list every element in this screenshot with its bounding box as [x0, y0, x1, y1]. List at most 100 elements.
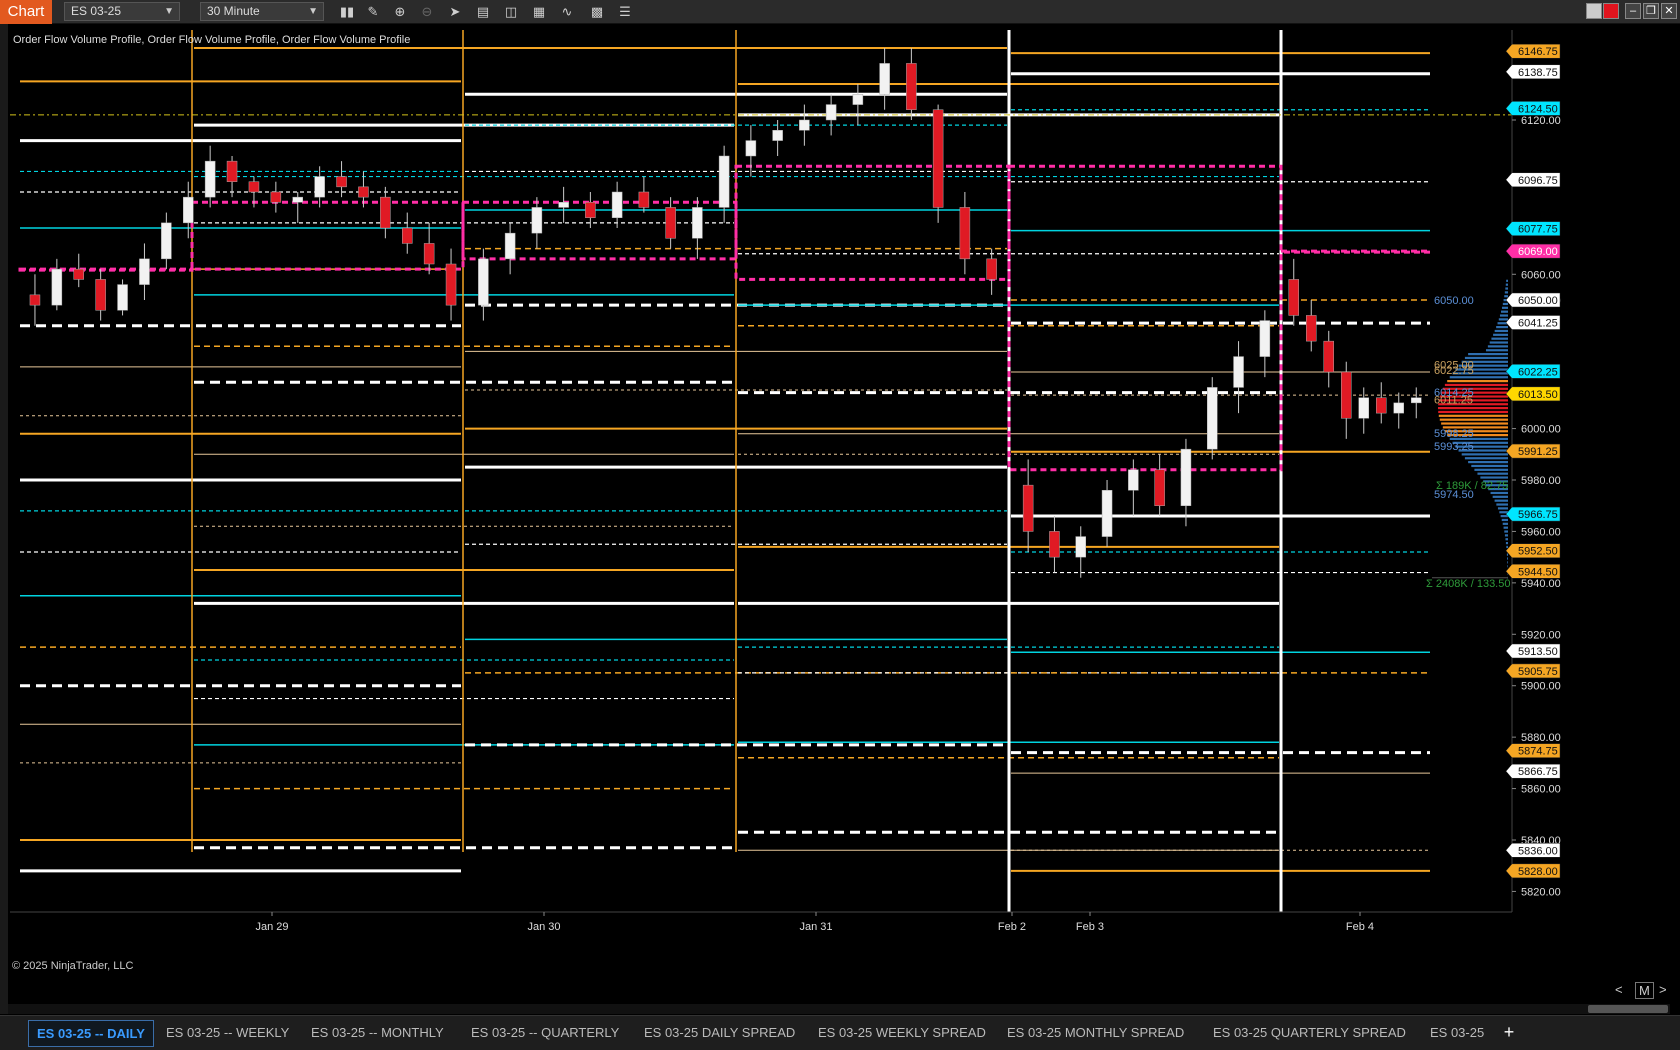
volume-profile-bar	[1505, 542, 1508, 545]
volume-profile-bar	[1507, 561, 1508, 564]
right-volume-profile: 6050.006025.006022.756014.256011.255998.…	[1426, 279, 1510, 590]
volume-profile-bar	[1502, 522, 1508, 525]
price-marker-label: 6138.75	[1518, 67, 1558, 79]
volume-profile-bar	[1496, 326, 1508, 329]
volume-profile-bar	[1501, 310, 1508, 313]
price-marker-label: 6022.25	[1518, 366, 1558, 378]
value-area-box	[190, 200, 465, 271]
volume-profile-bar	[1496, 503, 1508, 506]
price-marker-label: 6096.75	[1518, 175, 1558, 187]
value-area-box	[18, 267, 194, 272]
volume-profile-bar	[1438, 407, 1508, 410]
tab-es-monthly[interactable]: ES 03-25 -- MONTHLY	[311, 1025, 444, 1040]
price-marker-label: 6077.75	[1518, 224, 1558, 236]
volume-profile-bar	[1477, 472, 1508, 475]
profile-label: 6050.00	[1434, 295, 1474, 307]
profile-label: 6011.25	[1434, 395, 1473, 407]
volume-profile-bar	[1499, 314, 1508, 317]
volume-profile-bar	[1505, 538, 1508, 541]
zoom-control[interactable]: < M >	[1615, 982, 1675, 1000]
price-marker-label: 5836.00	[1518, 845, 1558, 857]
volume-profile-bar	[1468, 461, 1508, 464]
volume-profile-bar	[1501, 518, 1508, 522]
tab-es-quarterly-spread[interactable]: ES 03-25 QUARTERLY SPREAD	[1213, 1025, 1406, 1040]
volume-profile-bar	[1489, 341, 1508, 344]
price-marker-label: 5905.75	[1518, 666, 1558, 678]
price-marker-label: 5966.75	[1518, 509, 1558, 521]
price-marker-label: 5913.50	[1518, 646, 1558, 658]
value-area-box	[1279, 249, 1432, 254]
copyright-text: © 2025 NinjaTrader, LLC	[12, 960, 134, 972]
price-marker-label: 6069.00	[1518, 246, 1558, 258]
scrollbar-thumb[interactable]	[1588, 1005, 1668, 1013]
volume-profile-bar	[1485, 349, 1508, 352]
candle-body	[117, 284, 128, 311]
scroll-left-icon[interactable]: <	[1615, 982, 1623, 997]
horizontal-scrollbar[interactable]	[8, 1004, 1670, 1014]
tab-es-weekly-spread[interactable]: ES 03-25 WEEKLY SPREAD	[818, 1025, 986, 1040]
profile-label: 6022.75	[1434, 365, 1474, 377]
candle-body	[932, 109, 944, 208]
volume-profile-bar	[1503, 526, 1508, 529]
candle-body	[1128, 469, 1139, 491]
candle-body	[1288, 279, 1299, 316]
volume-profile-bar	[1487, 345, 1508, 348]
volume-profile-bar	[1507, 565, 1508, 568]
add-tab-button[interactable]: +	[1498, 1021, 1520, 1043]
x-tick-label: Jan 31	[799, 921, 832, 933]
candle-body	[478, 258, 489, 306]
y-tick-label: 5920.00	[1521, 629, 1561, 641]
profile-stat: Σ 189K / 82.75	[1436, 480, 1508, 492]
candle-body	[183, 196, 194, 224]
tab-es-weekly[interactable]: ES 03-25 -- WEEKLY	[166, 1025, 289, 1040]
y-tick-label: 6120.00	[1521, 115, 1561, 127]
tab-es[interactable]: ES 03-25	[1430, 1025, 1484, 1040]
price-markers: 6146.75 6138.75 6124.50 6096.75 6077.75 6069.…	[1505, 43, 1561, 879]
candle-body	[1075, 536, 1086, 558]
y-tick-label: 5960.00	[1521, 526, 1561, 538]
candle-body	[139, 258, 150, 285]
tab-es-quarterly[interactable]: ES 03-25 -- QUARTERLY	[471, 1025, 619, 1040]
tab-es-daily[interactable]: ES 03-25 -- DAILY	[28, 1020, 154, 1047]
price-marker-label: 6146.75	[1518, 46, 1558, 58]
price-chart[interactable]: 6050.006025.006022.756014.256011.255998.…	[0, 0, 1680, 1015]
candle-body	[959, 207, 971, 260]
volume-profile-bar	[1504, 534, 1508, 537]
candle-body	[73, 268, 84, 280]
candle-body	[1376, 397, 1387, 414]
candle-body	[852, 94, 864, 105]
candle-body	[692, 207, 703, 239]
candle-body	[611, 191, 623, 218]
volume-profile-bar	[1444, 383, 1508, 387]
volume-profile-bar	[1438, 410, 1508, 414]
volume-profile-bar	[1502, 302, 1508, 306]
candle-body	[1411, 397, 1422, 404]
chart-tab-bar: ES 03-25 -- DAILY ES 03-25 -- WEEKLY ES …	[0, 1015, 1680, 1050]
volume-profile-bar	[1492, 495, 1508, 498]
volume-profile-bar	[1498, 318, 1508, 321]
candle-body	[226, 160, 238, 182]
scroll-right-icon[interactable]: >	[1659, 982, 1667, 997]
candle-body	[380, 196, 391, 229]
candle-body	[336, 176, 347, 188]
volume-profile-bar	[1497, 507, 1508, 510]
candle-body	[638, 191, 650, 208]
candle-body	[879, 63, 890, 95]
price-marker-label: 5866.75	[1518, 766, 1558, 778]
volume-profile-bar	[1471, 464, 1508, 468]
tab-es-monthly-spread[interactable]: ES 03-25 MONTHLY SPREAD	[1007, 1025, 1184, 1040]
volume-profile-bar	[1505, 283, 1508, 286]
zoom-mode-button[interactable]: M	[1635, 982, 1654, 999]
volume-profile-bar	[1494, 329, 1508, 333]
candle-body	[248, 181, 260, 193]
volume-profile-bar	[1441, 422, 1508, 425]
candle-body	[314, 176, 325, 198]
x-tick-label: Feb 4	[1346, 921, 1374, 933]
candle-body	[1306, 315, 1317, 342]
volume-profile-bar	[1504, 295, 1508, 298]
price-marker-label: 6050.00	[1518, 295, 1558, 307]
tab-es-daily-spread[interactable]: ES 03-25 DAILY SPREAD	[644, 1025, 795, 1040]
candle-body	[1049, 531, 1060, 558]
price-axis: 6120.00 6060.00 6050.00 6000.00 5980.00 5960.…	[1511, 30, 1561, 912]
volume-profile-bar	[1506, 553, 1508, 556]
